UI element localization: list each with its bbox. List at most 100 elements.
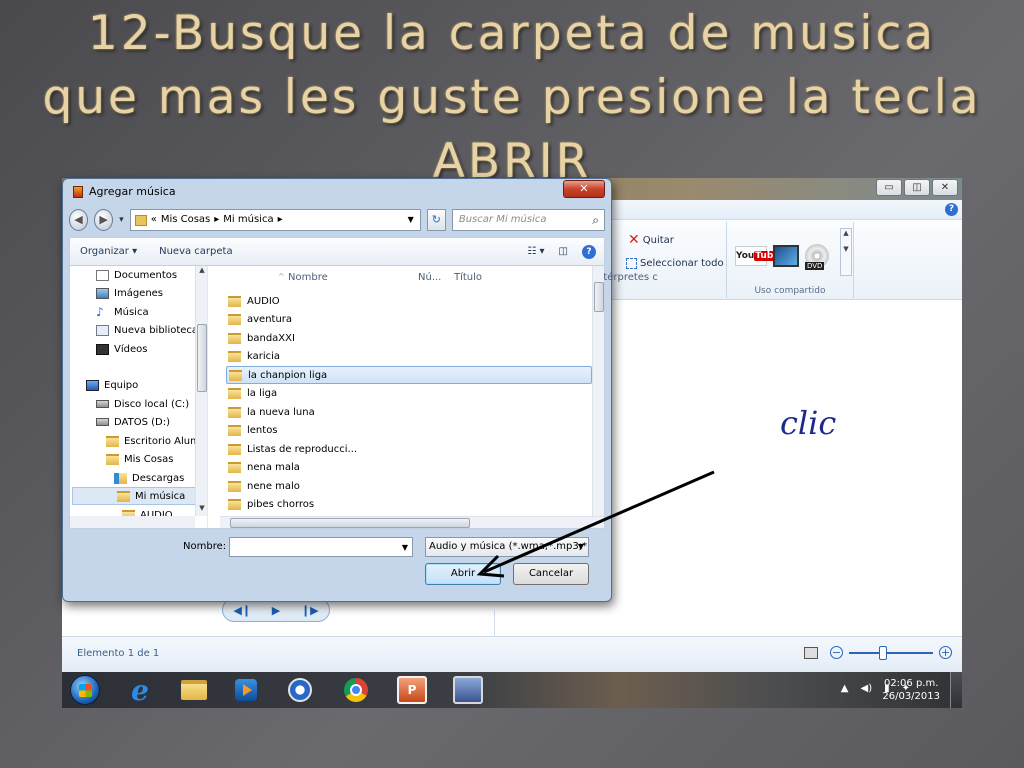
youtube-icon[interactable]: YouTube — [735, 246, 781, 266]
file-list-horizontal-scrollbar[interactable] — [220, 516, 604, 528]
help-icon[interactable]: ? — [582, 244, 596, 259]
zoom-slider-thumb[interactable] — [879, 645, 887, 660]
dialog-title-text: Agregar música — [89, 185, 176, 198]
search-input[interactable]: Buscar Mi música ⌕ — [451, 209, 606, 231]
address-dropdown-icon[interactable]: ▼ — [408, 210, 420, 230]
recent-locations-dropdown[interactable]: ▾ — [119, 215, 124, 225]
chevron-down-icon[interactable]: ▼ — [578, 538, 584, 556]
file-list-vertical-scrollbar[interactable] — [592, 266, 604, 516]
tray-expand-icon[interactable]: ▲ — [841, 683, 849, 694]
scroll-up-icon[interactable]: ▲ — [196, 266, 207, 278]
dvd-icon[interactable]: DVD — [805, 244, 829, 270]
tree-item-disco-local[interactable]: Disco local (C:) — [96, 395, 189, 413]
start-button[interactable] — [68, 675, 102, 705]
tree-item-videos[interactable]: Vídeos — [96, 340, 147, 358]
view-mode-icon[interactable] — [804, 646, 818, 659]
file-name-input[interactable]: ▼ — [229, 537, 413, 557]
next-icon[interactable]: ❙▶ — [301, 604, 319, 617]
file-row-la-nueva-luna[interactable]: la nueva luna — [226, 403, 592, 421]
tree-item-escritorio[interactable]: Escritorio Alum — [106, 432, 200, 450]
close-button[interactable]: ✕ — [932, 179, 958, 196]
scroll-down-icon[interactable]: ▼ — [196, 504, 207, 516]
remove-icon: ✕ — [628, 232, 640, 248]
chevron-down-icon[interactable]: ▼ — [402, 543, 408, 552]
column-header-number[interactable]: Nú... — [418, 272, 441, 283]
file-row-audio[interactable]: AUDIO — [226, 292, 592, 310]
new-folder-button[interactable]: Nueva carpeta — [159, 246, 232, 257]
file-row-pibes-chorros[interactable]: pibes chorros — [226, 495, 592, 513]
tree-item-mis-cosas[interactable]: Mis Cosas — [106, 450, 173, 468]
breadcrumb-overflow[interactable]: « — [151, 210, 157, 230]
minimize-button[interactable]: ▭ — [876, 179, 902, 196]
remove-label: Quitar — [642, 234, 674, 246]
tree-item-imagenes[interactable]: Imágenes — [96, 284, 163, 302]
tv-icon[interactable] — [773, 245, 799, 267]
zoom-in-icon[interactable]: + — [939, 646, 952, 659]
ribbon-scroll[interactable]: ▲ ▼ — [840, 228, 852, 276]
show-desktop-button[interactable] — [950, 672, 962, 708]
file-row-la-chanpion-liga[interactable]: la chanpion liga — [226, 366, 592, 384]
tree-item-equipo[interactable]: Equipo — [86, 376, 138, 394]
clock[interactable]: 02:06 p.m. 26/03/2013 — [882, 677, 940, 703]
file-row-nena-mala[interactable]: nena mala — [226, 458, 592, 476]
tree-item-descargas[interactable]: Descargas — [114, 469, 184, 487]
folder-icon — [117, 490, 130, 502]
zoom-slider[interactable] — [849, 645, 933, 660]
remove-button[interactable]: ✕ Quitar — [628, 232, 674, 248]
column-header-name[interactable]: Nombre — [288, 272, 328, 283]
file-row-lentos[interactable]: lentos — [226, 421, 592, 439]
dialog-close-button[interactable]: ✕ — [563, 180, 605, 198]
powerpoint-icon[interactable]: P — [396, 675, 428, 705]
tree-item-mi-musica[interactable]: Mi música — [72, 487, 204, 505]
help-icon[interactable]: ? — [945, 203, 958, 216]
media-player-icon[interactable] — [230, 675, 262, 705]
cancel-button[interactable]: Cancelar — [513, 563, 589, 585]
address-bar[interactable]: « Mis Cosas ▸ Mi música ▸ ▼ — [129, 209, 421, 231]
maximize-button[interactable]: ◫ — [904, 179, 930, 196]
folder-icon — [228, 387, 241, 399]
tree-scroll-thumb[interactable] — [197, 324, 207, 392]
media-window-icon[interactable] — [452, 675, 484, 705]
file-row-aventura[interactable]: aventura — [226, 310, 592, 328]
volume-icon[interactable]: ◀) — [861, 683, 873, 694]
avast-icon[interactable] — [284, 675, 316, 705]
folder-icon — [228, 480, 241, 492]
tree-item-musica[interactable]: ♪ Música — [96, 303, 149, 321]
tree-item-nueva-biblioteca[interactable]: Nueva biblioteca — [96, 321, 198, 339]
tree-horizontal-scrollbar[interactable] — [70, 516, 195, 528]
file-row-la-liga[interactable]: la liga — [226, 384, 592, 402]
breadcrumb-mi-musica[interactable]: Mi música — [223, 210, 273, 230]
tree-scrollbar[interactable]: ▲ ▼ — [195, 266, 207, 516]
dialog-toolbar: Organizar ▾ Nueva carpeta ☷ ▾ ◫ ? — [69, 237, 605, 265]
slide-title: 12-Busque la carpeta de musica que mas l… — [42, 6, 982, 189]
play-icon[interactable]: ▶ — [272, 604, 280, 617]
file-row-listas-de-reproduccion[interactable]: Listas de reproducci... — [226, 440, 592, 458]
tree-item-documentos[interactable]: Documentos — [96, 266, 177, 284]
file-row-nene-malo[interactable]: nene malo — [226, 477, 592, 495]
organize-button[interactable]: Organizar ▾ — [80, 246, 137, 257]
breadcrumb-mis-cosas[interactable]: Mis Cosas — [161, 210, 210, 230]
file-row-bandaxxi[interactable]: bandaXXI — [226, 329, 592, 347]
column-header-title[interactable]: Título — [454, 272, 482, 283]
taskbar: e P ▲ ◀) ▮ ✦ 02:06 p.m. 26/03/2013 — [62, 672, 962, 708]
forward-button[interactable]: ▶ — [94, 209, 114, 231]
breadcrumb-separator[interactable]: ▸ — [214, 210, 219, 230]
previous-icon[interactable]: ◀❙ — [233, 604, 251, 617]
back-button[interactable]: ◀ — [69, 209, 89, 231]
file-list-hscroll-thumb[interactable] — [230, 518, 470, 528]
file-explorer-icon[interactable] — [178, 675, 210, 705]
zoom-out-icon[interactable]: − — [830, 646, 843, 659]
preview-pane-button[interactable]: ◫ — [559, 246, 568, 257]
file-list-scroll-thumb[interactable] — [594, 282, 604, 312]
downloads-folder-icon — [114, 472, 127, 484]
chrome-icon[interactable] — [340, 675, 372, 705]
tree-item-datos[interactable]: DATOS (D:) — [96, 413, 170, 431]
view-options-button[interactable]: ☷ ▾ — [527, 246, 544, 257]
select-all-button[interactable]: Seleccionar todo — [626, 258, 724, 269]
refresh-button[interactable]: ↻ — [426, 209, 446, 231]
open-button[interactable]: Abrir — [425, 563, 501, 585]
file-row-karicia[interactable]: karicia — [226, 347, 592, 365]
internet-explorer-icon[interactable]: e — [124, 674, 156, 707]
file-type-select[interactable]: Audio y música (*.wma;*.mp3;* ▼ — [425, 537, 589, 557]
breadcrumb-separator[interactable]: ▸ — [278, 210, 283, 230]
